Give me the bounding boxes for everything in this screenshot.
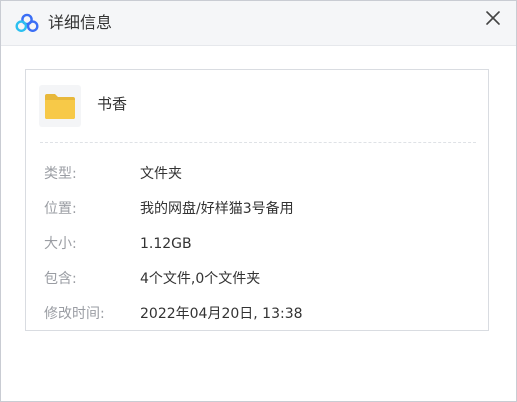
detail-label: 位置: bbox=[44, 201, 77, 217]
detail-value: 2022年04月20日, 13:38 bbox=[140, 306, 303, 322]
detail-value: 文件夹 bbox=[140, 166, 182, 182]
baidu-netdisk-logo-icon bbox=[15, 13, 39, 33]
details-card: 书香 类型: 文件夹 位置: 我的网盘/好样猫3号备用 大小: 1.12GB 包… bbox=[25, 69, 489, 331]
detail-label: 修改时间: bbox=[44, 306, 105, 322]
detail-value: 4个文件,0个文件夹 bbox=[140, 271, 261, 287]
close-icon[interactable] bbox=[482, 7, 504, 29]
details-list: 类型: 文件夹 位置: 我的网盘/好样猫3号备用 大小: 1.12GB 包含: … bbox=[26, 164, 488, 339]
file-icon-container bbox=[39, 85, 81, 127]
detail-label: 大小: bbox=[44, 236, 77, 252]
detail-value: 1.12GB bbox=[140, 236, 192, 252]
divider bbox=[40, 142, 476, 143]
dialog-titlebar: 详细信息 bbox=[1, 1, 516, 46]
folder-icon bbox=[45, 94, 75, 119]
detail-row-size: 大小: 1.12GB bbox=[26, 234, 488, 269]
file-name: 书香 bbox=[97, 95, 128, 113]
detail-row-type: 类型: 文件夹 bbox=[26, 164, 488, 199]
detail-row-contains: 包含: 4个文件,0个文件夹 bbox=[26, 269, 488, 304]
detail-row-modified-time: 修改时间: 2022年04月20日, 13:38 bbox=[26, 304, 488, 339]
details-dialog: 详细信息 书香 类型: 文件夹 位置: 我的网盘/好样猫3号备用 大小: 1.1… bbox=[0, 0, 517, 402]
detail-row-location: 位置: 我的网盘/好样猫3号备用 bbox=[26, 199, 488, 234]
detail-label: 包含: bbox=[44, 271, 77, 287]
detail-label: 类型: bbox=[44, 166, 77, 182]
detail-value: 我的网盘/好样猫3号备用 bbox=[140, 201, 294, 217]
dialog-title: 详细信息 bbox=[48, 13, 113, 32]
